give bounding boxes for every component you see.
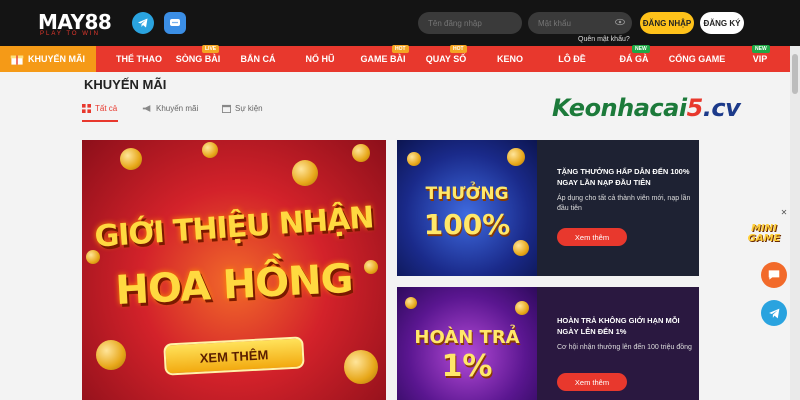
nav-item-lode[interactable]: LÔ ĐỀ: [544, 46, 600, 72]
telegram-icon[interactable]: [132, 12, 154, 34]
tab-promotions[interactable]: Khuyến mãi: [142, 104, 198, 113]
banner-headline: GIỚI THIỆU NHẬN: [93, 200, 375, 255]
banner-subheadline: HOA HỒNG: [114, 255, 354, 315]
coin-decoration: [120, 148, 142, 170]
login-button[interactable]: ĐĂNG NHẬP: [640, 12, 694, 34]
calendar-icon: [222, 104, 231, 113]
nav-label: GAME BÀI: [360, 54, 406, 64]
promo-art-line1: HOÀN TRẢ: [414, 327, 520, 348]
new-badge: NEW: [632, 45, 650, 53]
nav-label: NỔ HŨ: [305, 54, 335, 64]
nav-item-vip[interactable]: VIP NEW: [738, 45, 782, 72]
promo-art: THƯỞNG 100%: [397, 140, 537, 276]
megaphone-icon: [142, 105, 151, 112]
page-title: KHUYẾN MÃI: [84, 77, 167, 92]
nav-label: KENO: [496, 54, 523, 64]
promo-description: Áp dụng cho tất cả thành viên mới, nạp l…: [557, 195, 691, 212]
tab-label: Sự kiện: [235, 104, 263, 113]
view-more-button[interactable]: Xem thêm: [557, 373, 627, 391]
nav-item-fishing[interactable]: BẮN CÁ: [230, 46, 286, 72]
new-badge: NEW: [752, 45, 770, 53]
logo-tagline: PLAY TO WIN: [40, 31, 100, 37]
promo-art: HOÀN TRẢ 1%: [397, 287, 537, 400]
nav-item-slots[interactable]: NỔ HŨ: [292, 46, 348, 72]
tab-all[interactable]: Tất cả: [82, 104, 117, 113]
promo-art-line1: THƯỞNG: [425, 184, 509, 204]
promo-info: HOÀN TRẢ KHÔNG GIỚI HẠN MỖI NGÀY LÊN ĐẾN…: [537, 287, 699, 400]
nav-item-keno[interactable]: KENO: [482, 46, 538, 72]
nav-label: CỔNG GAME: [668, 54, 726, 64]
promo-description: Cơ hội nhận thưởng lên đến 100 triệu đồn…: [557, 344, 692, 351]
coin-decoration: [507, 148, 525, 166]
banner-view-more-button[interactable]: XEM THÊM: [163, 336, 305, 376]
mini-game-widget[interactable]: MINI GAME: [738, 216, 790, 256]
nav-item-cockfight[interactable]: ĐÁ GÀ NEW: [606, 45, 662, 72]
scrollbar-thumb[interactable]: [792, 54, 798, 94]
promo-art-line2: 1%: [441, 349, 493, 384]
nav-item-card-games[interactable]: GAME BÀI HOT: [354, 45, 412, 72]
grid-icon: [82, 104, 91, 113]
scrollbar-track[interactable]: [790, 46, 800, 400]
nav-label: VIP: [752, 54, 768, 64]
view-more-button[interactable]: Xem thêm: [557, 228, 627, 246]
promo-art-line2: 100%: [423, 208, 511, 241]
nav-item-sports[interactable]: THỂ THAO: [106, 46, 172, 72]
chat-bubble-icon: [768, 270, 780, 280]
coin-decoration: [96, 340, 126, 370]
promo-title: TẶNG THƯỞNG HẤP DẪN ĐẾN 100% NGAY LẦN NẠ…: [557, 167, 690, 187]
promo-title: HOÀN TRẢ KHÔNG GIỚI HẠN MỖI NGÀY LÊN ĐẾN…: [557, 316, 680, 336]
coin-decoration: [407, 152, 421, 166]
referral-banner[interactable]: GIỚI THIỆU NHẬN HOA HỒNG XEM THÊM: [82, 140, 386, 400]
watermark: Keonhacai5.cv: [552, 94, 741, 122]
mini-game-label: MINI GAME: [747, 223, 781, 244]
promo-card[interactable]: THƯỞNG 100% TẶNG THƯỞNG HẤP DẪN ĐẾN 100%…: [397, 140, 699, 276]
nav-label: LÔ ĐỀ: [558, 54, 586, 64]
active-tab-indicator: [82, 120, 118, 122]
nav-label: ĐÁ GÀ: [619, 54, 649, 64]
nav-item-casino[interactable]: SÒNG BÀI LIVE: [172, 45, 224, 72]
live-chat-button[interactable]: [761, 262, 787, 288]
tab-label: Tất cả: [95, 104, 118, 113]
coin-decoration: [344, 350, 378, 384]
nav-item-game-portal[interactable]: CỔNG GAME: [666, 46, 728, 72]
promo-info: TẶNG THƯỞNG HẤP DẪN ĐẾN 100% NGAY LẦN NẠ…: [537, 140, 699, 276]
coin-decoration: [513, 240, 529, 256]
telegram-icon: [768, 308, 779, 318]
forgot-password-link[interactable]: Quên mật khẩu?: [578, 36, 630, 43]
nav-item-promo[interactable]: KHUYẾN MÃI: [0, 46, 96, 72]
top-header: MAY88 PLAY TO WIN Quên mật khẩu? ĐĂNG NH…: [0, 0, 800, 46]
coin-decoration: [352, 144, 370, 162]
nav-promo-label: KHUYẾN MÃI: [28, 54, 86, 64]
tab-label: Khuyến mãi: [156, 104, 199, 113]
hot-badge: HOT: [450, 45, 467, 53]
chat-icon[interactable]: [164, 12, 186, 34]
tab-events[interactable]: Sự kiện: [222, 104, 263, 113]
hot-badge: HOT: [392, 45, 409, 53]
username-input[interactable]: [418, 12, 522, 34]
nav-label: BẮN CÁ: [240, 54, 276, 64]
gift-icon: [10, 55, 24, 65]
telegram-button[interactable]: [761, 300, 787, 326]
coin-decoration: [202, 142, 218, 158]
coin-decoration: [515, 301, 529, 315]
register-button[interactable]: ĐĂNG KÝ: [700, 12, 744, 34]
promo-card[interactable]: HOÀN TRẢ 1% HOÀN TRẢ KHÔNG GIỚI HẠN MỖI …: [397, 287, 699, 400]
eye-icon[interactable]: [615, 18, 625, 26]
main-nav: KHUYẾN MÃI THỂ THAO SÒNG BÀI LIVE BẮN CÁ …: [0, 45, 800, 72]
nav-item-lottery[interactable]: QUAY SỐ HOT: [418, 45, 474, 72]
nav-label: SÒNG BÀI: [175, 54, 221, 64]
live-badge: LIVE: [202, 45, 220, 53]
nav-label: THỂ THAO: [116, 54, 162, 64]
coin-decoration: [292, 160, 318, 186]
nav-label: QUAY SỐ: [425, 54, 467, 64]
coin-decoration: [405, 297, 417, 309]
